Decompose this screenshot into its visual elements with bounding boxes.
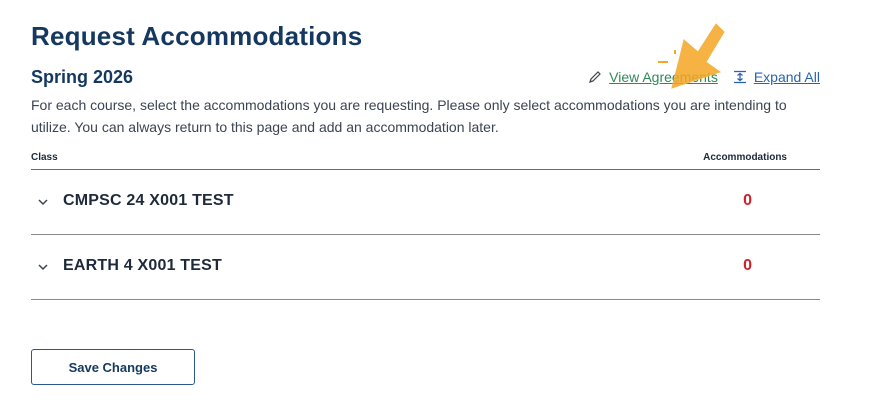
save-changes-button[interactable]: Save Changes: [31, 349, 195, 385]
course-name: CMPSC 24 X001 TEST: [63, 192, 234, 209]
expand-all-label: Expand All: [753, 69, 820, 85]
table-header: Class Accommodations: [31, 150, 820, 170]
table-row[interactable]: CMPSC 24 X001 TEST 0: [31, 170, 820, 235]
table-row[interactable]: EARTH 4 X001 TEST 0: [31, 235, 820, 300]
column-header-class: Class: [31, 152, 58, 163]
instructions-text: For each course, select the accommodatio…: [31, 97, 787, 135]
column-header-accommodations: Accommodations: [703, 152, 787, 163]
expand-icon: [733, 70, 746, 84]
course-name: EARTH 4 X001 TEST: [63, 257, 223, 274]
term-header: Spring 2026 View Agreements Expand All: [31, 66, 820, 88]
chevron-down-icon: [38, 199, 48, 206]
page-title: Request Accommodations: [31, 21, 363, 51]
pencil-icon: [589, 71, 601, 83]
accommodation-count: 0: [743, 192, 752, 209]
expand-all-link[interactable]: Expand All: [732, 68, 820, 86]
accommodations-table: Class Accommodations CMPSC 24 X001 TEST …: [31, 150, 820, 300]
request-accommodations-page: Request Accommodations Spring 2026 View …: [31, 20, 820, 300]
term-label: Spring 2026: [31, 67, 134, 87]
term-actions: View Agreements Expand All: [587, 68, 820, 86]
chevron-down-icon: [38, 264, 48, 271]
accommodation-count: 0: [743, 257, 752, 274]
view-agreements-link[interactable]: View Agreements: [587, 68, 718, 86]
view-agreements-label: View Agreements: [609, 69, 718, 85]
